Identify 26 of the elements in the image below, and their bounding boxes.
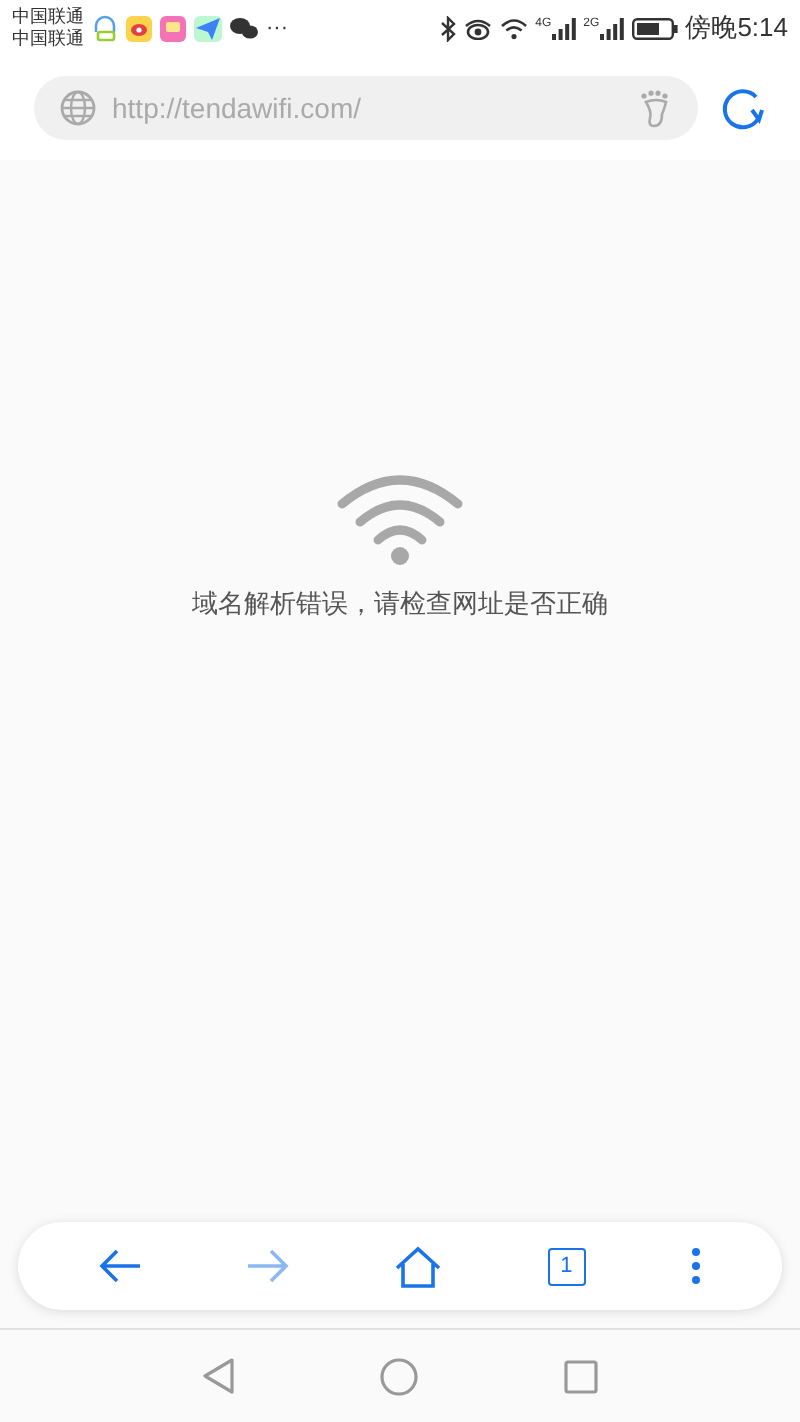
home-icon[interactable] — [394, 1245, 443, 1287]
more-notifications: ··· — [266, 17, 288, 39]
bluetooth-icon — [439, 15, 456, 41]
eye-icon — [463, 17, 492, 39]
clock-time: 傍晚5:14 — [685, 10, 788, 47]
carrier-label: 中国联通 — [12, 28, 84, 50]
wifi-icon — [336, 472, 464, 568]
chat-icon — [230, 16, 258, 40]
signal-icon — [599, 17, 624, 39]
carrier-label: 中国联通 — [12, 6, 84, 28]
battery-icon — [631, 17, 678, 39]
footprint-icon[interactable] — [640, 89, 672, 127]
eye-app-icon — [126, 15, 152, 41]
signal-icon — [551, 17, 576, 39]
tab-count-button[interactable]: 1 — [547, 1247, 586, 1285]
back-arrow-icon[interactable] — [98, 1248, 143, 1284]
refresh-icon[interactable] — [718, 84, 766, 132]
recents-square-icon[interactable] — [564, 1359, 598, 1393]
home-circle-icon[interactable] — [380, 1357, 418, 1395]
back-triangle-icon[interactable] — [202, 1358, 234, 1394]
error-message: 域名解析错误，请检查网址是否正确 — [192, 586, 608, 622]
more-options-icon[interactable] — [689, 1246, 702, 1286]
headset-icon — [92, 13, 118, 43]
globe-icon — [60, 90, 96, 126]
paper-plane-icon — [194, 15, 222, 41]
wifi-icon — [499, 17, 528, 39]
